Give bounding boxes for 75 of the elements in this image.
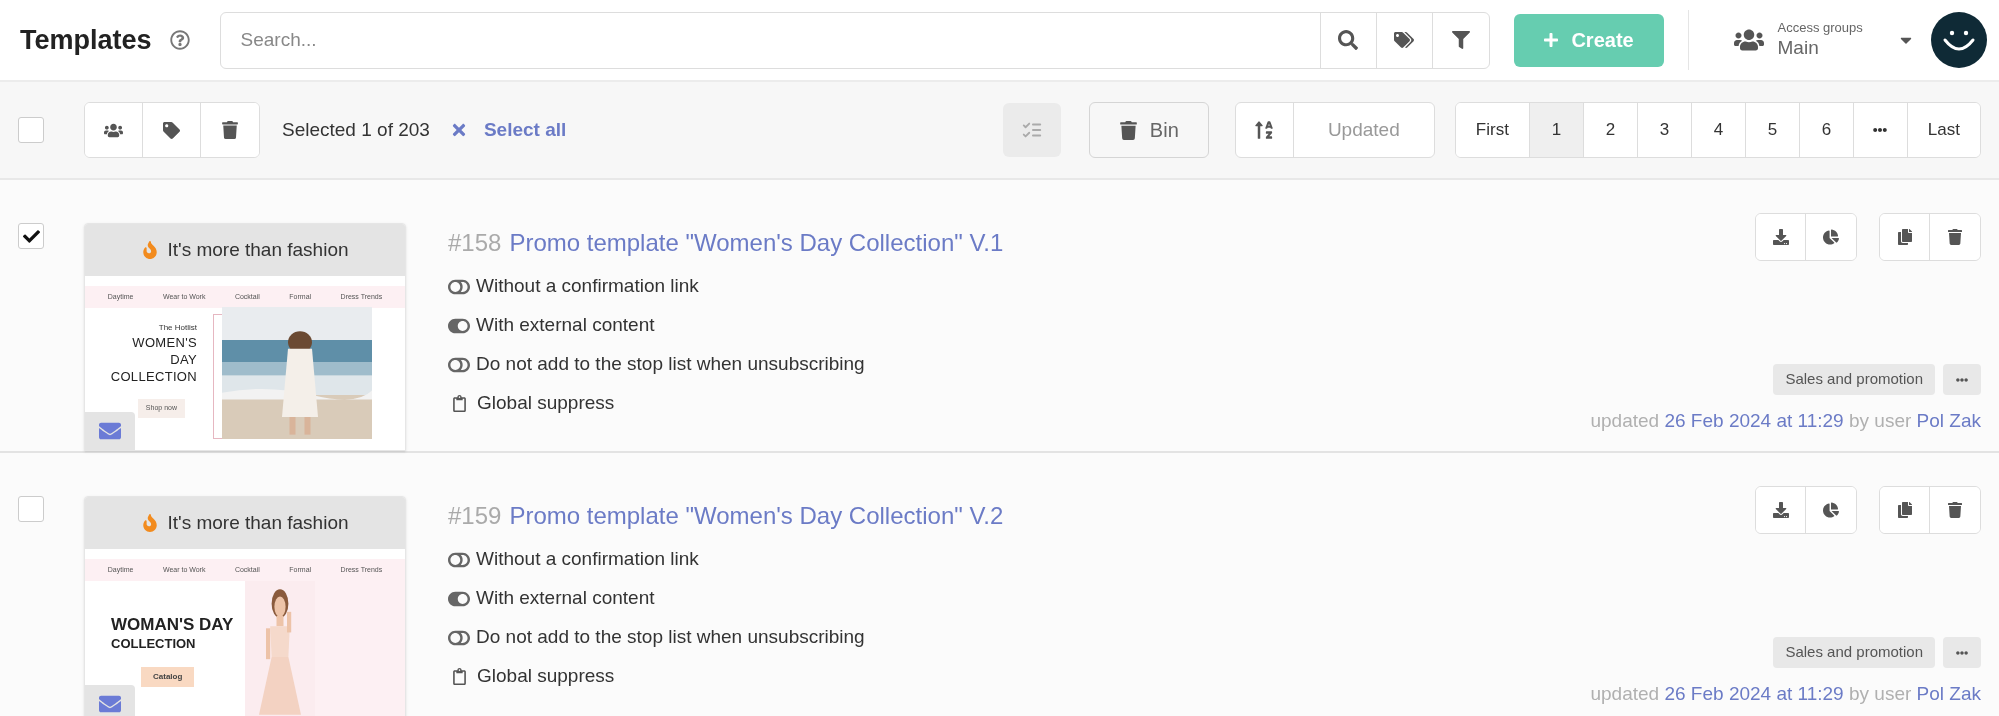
select-all-link[interactable]: Select all [483,115,567,145]
tag-icon [163,121,180,139]
search-field[interactable]: Search... [219,11,1490,69]
preview-headline: WOMEN'S [132,334,197,351]
plus-icon [1543,32,1560,48]
download-icon [1772,502,1789,518]
avatar[interactable] [1931,12,1987,68]
delete-button[interactable] [1930,214,1980,260]
trash-icon [1947,229,1963,245]
updated-info: updated 26 Feb 2024 at 11:29 by user Pol Zak [1590,682,1981,706]
date-link[interactable]: 26 Feb 2024 at 11:29 [1664,683,1844,704]
clipboard-icon [451,395,468,412]
page-button[interactable]: 1 [1529,103,1584,157]
banner-text: It's more than fashion [167,237,349,262]
statistics-button[interactable] [1806,214,1856,260]
download-button[interactable] [1756,214,1806,260]
trash-icon [1118,120,1138,140]
user-link[interactable]: Pol Zak [1916,683,1981,704]
assign-group-button[interactable] [85,103,143,157]
tags-icon [1394,30,1415,50]
feature-label: With external content [476,313,655,338]
template-title-link[interactable]: Promo template "Women's Day Collection" V.2 [509,498,1004,534]
copy-button[interactable] [1880,214,1930,260]
sort-icon [1254,120,1275,140]
copy-icon [1896,502,1913,518]
preview-kicker: The Hotlist [158,322,197,334]
check-icon [22,227,40,245]
preview-headline: COLLECTION [110,368,197,385]
filter-icon [1451,31,1470,49]
feature-label: Global suppress [477,664,615,689]
tag-label[interactable]: Sales and promotion [1773,637,1935,668]
delete-button[interactable] [1930,487,1980,533]
download-button[interactable] [1756,487,1806,533]
search-icon [1338,30,1359,50]
search-input[interactable]: Search... [220,12,1320,68]
access-groups-dropdown[interactable]: Access groups Main [1733,20,1915,60]
feature-label: Without a confirmation link [476,547,699,572]
feature-label: Do not add to the stop list when unsubscribing [476,352,865,377]
updated-info: updated 26 Feb 2024 at 11:29 by user Pol Zak [1590,409,1981,433]
user-link[interactable]: Pol Zak [1916,410,1981,431]
preview-headline: WOMAN'S DAY [111,615,235,635]
feature-label: Global suppress [477,391,615,416]
feature-label: With external content [476,586,655,611]
envelope-icon [99,420,121,442]
feature-label: Without a confirmation link [476,274,699,299]
banner-text: It's more than fashion [167,510,349,535]
flame-icon [141,241,160,259]
bin-button[interactable]: Bin [1088,102,1209,158]
template-number: #159 [448,501,502,531]
page-title: Templates [20,23,152,57]
flame-icon [141,514,160,532]
envelope-icon [99,693,121,715]
row-checkbox[interactable] [18,496,44,522]
preview-headline: COLLECTION [111,635,197,653]
copy-button[interactable] [1880,487,1930,533]
tag-label[interactable]: Sales and promotion [1773,364,1935,395]
feature-label: Do not add to the stop list when unsubscribing [476,625,865,650]
template-title-link[interactable]: Promo template "Women's Day Collection" V.1 [509,225,1004,261]
select-all-checkbox[interactable] [18,117,44,143]
download-icon [1772,229,1789,245]
copy-icon [1896,229,1913,245]
statistics-button[interactable] [1806,487,1856,533]
page-button[interactable]: First [1455,103,1530,157]
preview-button: Catalog [141,667,195,687]
template-number: #158 [448,228,502,258]
trash-icon [221,121,239,139]
row-checkbox[interactable] [18,223,44,249]
pie-chart-icon [1823,502,1839,518]
selection-count: Selected 1 of 203 [282,117,430,142]
trash-icon [1947,502,1963,518]
pie-chart-icon [1823,229,1839,245]
preview-headline: DAY [170,351,197,368]
clipboard-icon [451,668,468,685]
help-icon[interactable] [169,30,190,50]
date-link[interactable]: 26 Feb 2024 at 11:29 [1664,410,1844,431]
